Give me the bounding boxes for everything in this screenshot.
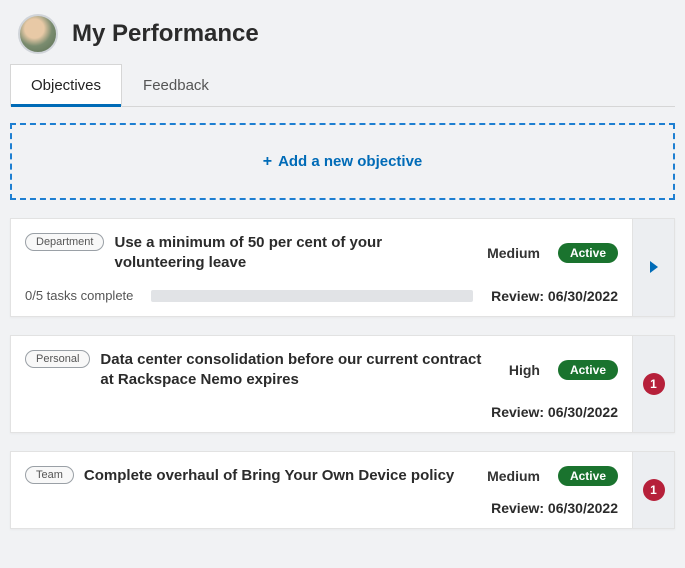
objective-priority: High (509, 362, 540, 378)
expand-objective-button[interactable] (632, 219, 674, 316)
review-date: Review: 06/30/2022 (25, 500, 618, 516)
tasks-complete-text: 0/5 tasks complete (25, 288, 133, 303)
avatar (18, 14, 58, 54)
notification-badge: 1 (643, 373, 665, 395)
progress-bar (151, 290, 473, 302)
tab-bar: Objectives Feedback (10, 64, 675, 107)
objective-header-row: Personal Data center consolidation befor… (25, 350, 618, 391)
objective-card: Department Use a minimum of 50 per cent … (10, 218, 675, 317)
objective-main: Team Complete overhaul of Bring Your Own… (11, 452, 632, 528)
add-objective-label: Add a new objective (278, 153, 422, 170)
page-header: My Performance (0, 0, 685, 64)
objective-card: Personal Data center consolidation befor… (10, 335, 675, 434)
objective-title: Data center consolidation before our cur… (100, 350, 492, 391)
objective-footer-row: 0/5 tasks complete Review: 06/30/2022 (25, 288, 618, 304)
plus-icon: + (263, 154, 272, 170)
status-badge: Active (558, 360, 618, 380)
tab-objectives[interactable]: Objectives (10, 64, 122, 107)
objective-title: Complete overhaul of Bring Your Own Devi… (84, 466, 471, 486)
objective-tag: Department (25, 233, 104, 251)
objective-tag: Team (25, 466, 74, 484)
tab-feedback[interactable]: Feedback (122, 64, 230, 106)
objective-header-row: Department Use a minimum of 50 per cent … (25, 233, 618, 274)
content-area: + Add a new objective Department Use a m… (0, 107, 685, 529)
status-badge: Active (558, 243, 618, 263)
chevron-right-icon (650, 261, 658, 273)
objective-main: Department Use a minimum of 50 per cent … (11, 219, 632, 316)
objective-priority: Medium (487, 468, 540, 484)
objective-card: Team Complete overhaul of Bring Your Own… (10, 451, 675, 529)
page-title: My Performance (72, 20, 259, 48)
objective-header-row: Team Complete overhaul of Bring Your Own… (25, 466, 618, 486)
notification-badge: 1 (643, 479, 665, 501)
review-date: Review: 06/30/2022 (25, 404, 618, 420)
notification-indicator[interactable]: 1 (632, 336, 674, 433)
notification-indicator[interactable]: 1 (632, 452, 674, 528)
add-objective-button[interactable]: + Add a new objective (10, 123, 675, 200)
status-badge: Active (558, 466, 618, 486)
objective-title: Use a minimum of 50 per cent of your vol… (114, 233, 471, 274)
objective-priority: Medium (487, 245, 540, 261)
objective-main: Personal Data center consolidation befor… (11, 336, 632, 433)
objective-tag: Personal (25, 350, 90, 368)
review-date: Review: 06/30/2022 (491, 288, 618, 304)
